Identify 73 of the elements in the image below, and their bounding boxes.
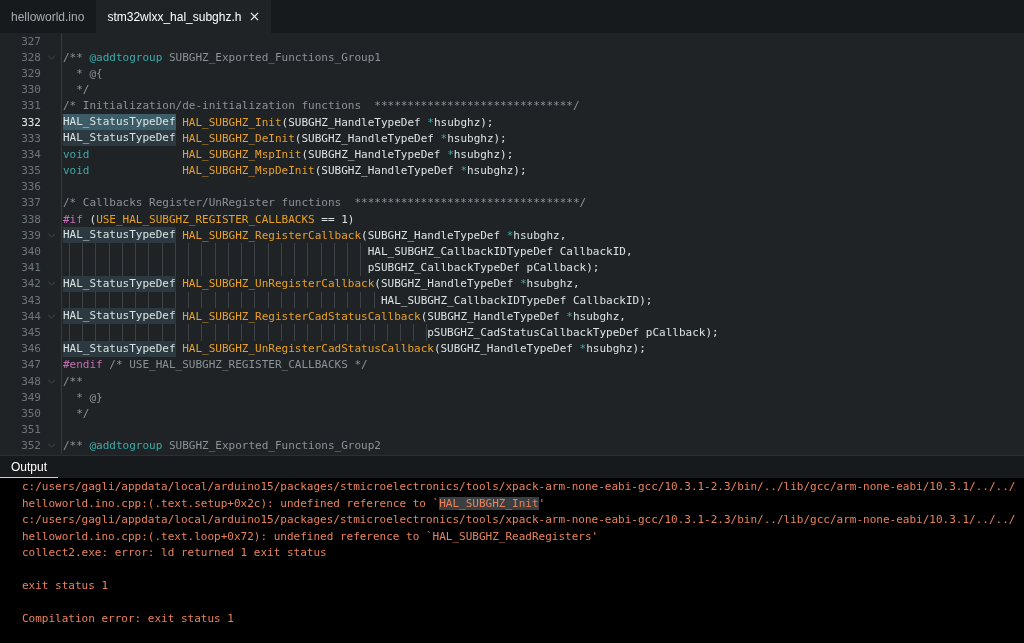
line-number: 331 [20, 99, 41, 113]
line-number: 351 [20, 423, 41, 437]
chevron-icon[interactable] [46, 232, 56, 238]
file-tab[interactable]: stm32wlxx_hal_subghz.h [96, 0, 272, 33]
code-text: /** @addtogroup SUBGHZ_Exported_Functions_Group2 [63, 439, 381, 453]
code-text: */ [75, 83, 90, 97]
code-text: * @} [75, 390, 103, 404]
code-text: pSUBGHZ_CadStatusCallbackTypeDef pCallback); [427, 325, 719, 339]
code-text: HAL_SUBGHZ_Init(SUBGHZ_HandleTypeDef *hsubghz); [181, 115, 494, 129]
output-text: ' [538, 496, 546, 510]
code-text: */ [75, 406, 90, 420]
line-number: 339 [20, 228, 41, 242]
chevron-icon[interactable] [46, 54, 56, 60]
line-number: 335 [20, 164, 41, 178]
line-number: 332 [20, 115, 41, 129]
chevron-icon[interactable] [46, 281, 56, 287]
line-number: 352 [20, 439, 41, 453]
chevron-icon[interactable] [46, 378, 56, 384]
line-number: 344 [20, 309, 41, 323]
highlighted-word: HAL_StatusTypeDef [63, 113, 176, 131]
output-text: c:/users/gagli/appdata/local/arduino15/packages/stmicroelectronics/tools/xpack-arm-none-eabi-gcc/10.3.1-2.3/bin/../lib/gcc/arm-none-eabi/10.3.1/../../ [22, 480, 1016, 493]
line-number: 334 [20, 147, 41, 161]
line-number: 341 [20, 261, 41, 275]
code-text: #if (USE_HAL_SUBGHZ_REGISTER_CALLBACKS == 1) [63, 212, 355, 226]
code-text: #endif /* USE_HAL_SUBGHZ_REGISTER_CALLBACKS */ [63, 358, 368, 372]
output-text: Compilation error: exit status 1 [22, 612, 234, 625]
output-text: helloworld.ino.cpp:(.text.loop+0x72): undefined reference to `HAL_SUBGHZ_ReadRegisters' [22, 529, 599, 543]
code-text: * @{ [75, 66, 103, 80]
code-text: void HAL_SUBGHZ_MspDeInit(SUBGHZ_HandleTypeDef *hsubghz); [63, 164, 527, 178]
line-number: 329 [20, 66, 41, 80]
code-text: /* Callbacks Register/UnRegister functions **********************************/ [63, 196, 587, 210]
output-text: c:/users/gagli/appdata/local/arduino15/packages/stmicroelectronics/tools/xpack-arm-none-eabi-gcc/10.3.1-2.3/bin/../lib/gcc/arm-none-eabi/10.3.1/../../ [22, 513, 1016, 526]
highlighted-word: HAL_StatusTypeDef [63, 308, 176, 325]
code-text: /** @addtogroup SUBGHZ_Exported_Functions_Group1 [63, 50, 381, 64]
line-number: 338 [20, 212, 41, 226]
line-number: 337 [20, 196, 41, 210]
highlighted-word: HAL_StatusTypeDef [63, 130, 176, 147]
line-number: 327 [20, 34, 41, 48]
output-text: collect2.exe: error: ld returned 1 exit status [22, 546, 327, 559]
code-text: void HAL_SUBGHZ_MspInit(SUBGHZ_HandleTypeDef *hsubghz); [63, 147, 514, 161]
code-text: HAL_SUBGHZ_DeInit(SUBGHZ_HandleTypeDef *hsubghz); [181, 131, 507, 145]
line-number: 336 [20, 180, 41, 194]
line-number: 350 [20, 406, 41, 420]
highlighted-word: HAL_SUBGHZ_Init [439, 496, 539, 510]
line-number: 343 [20, 293, 41, 307]
code-text: /* Initialization/de-initialization functions ******************************/ [63, 99, 580, 113]
line-number: 348 [20, 374, 41, 388]
line-number: 345 [20, 325, 41, 339]
chevron-icon[interactable] [46, 443, 56, 449]
line-number: 342 [20, 277, 41, 291]
line-number: 333 [20, 131, 41, 145]
highlighted-word: HAL_StatusTypeDef [63, 340, 176, 357]
chevron-icon[interactable] [46, 313, 56, 319]
code-text: HAL_SUBGHZ_UnRegisterCadStatusCallback(SUBGHZ_HandleTypeDef *hsubghz); [181, 342, 646, 356]
code-text: HAL_SUBGHZ_UnRegisterCallback(SUBGHZ_HandleTypeDef *hsubghz, [181, 277, 580, 291]
code-text: HAL_SUBGHZ_RegisterCallback(SUBGHZ_HandleTypeDef *hsubghz, [181, 228, 567, 242]
highlighted-word: HAL_StatusTypeDef [63, 227, 176, 244]
code-text: HAL_SUBGHZ_RegisterCadStatusCallback(SUBGHZ_HandleTypeDef *hsubghz, [181, 309, 626, 323]
line-number: 328 [20, 50, 41, 64]
line-number: 330 [20, 83, 41, 97]
line-number: 349 [20, 390, 41, 404]
output-text: helloworld.ino.cpp:(.text.setup+0x2c): undefined reference to ` [22, 496, 440, 510]
output-text: exit status 1 [22, 579, 109, 592]
code-text: pSUBGHZ_CallbackTypeDef pCallback); [367, 261, 600, 275]
file-tab[interactable]: helloworld.ino [0, 0, 97, 33]
close-icon[interactable] [250, 12, 260, 21]
code-text: HAL_SUBGHZ_CallbackIDTypeDef CallbackID, [367, 245, 633, 259]
line-number: 347 [20, 358, 41, 372]
code-text: HAL_SUBGHZ_CallbackIDTypeDef CallbackID); [380, 293, 653, 307]
highlighted-word: HAL_StatusTypeDef [63, 275, 176, 292]
line-number: 346 [20, 342, 41, 356]
code-text: /** [63, 374, 83, 388]
line-number: 340 [20, 245, 41, 259]
